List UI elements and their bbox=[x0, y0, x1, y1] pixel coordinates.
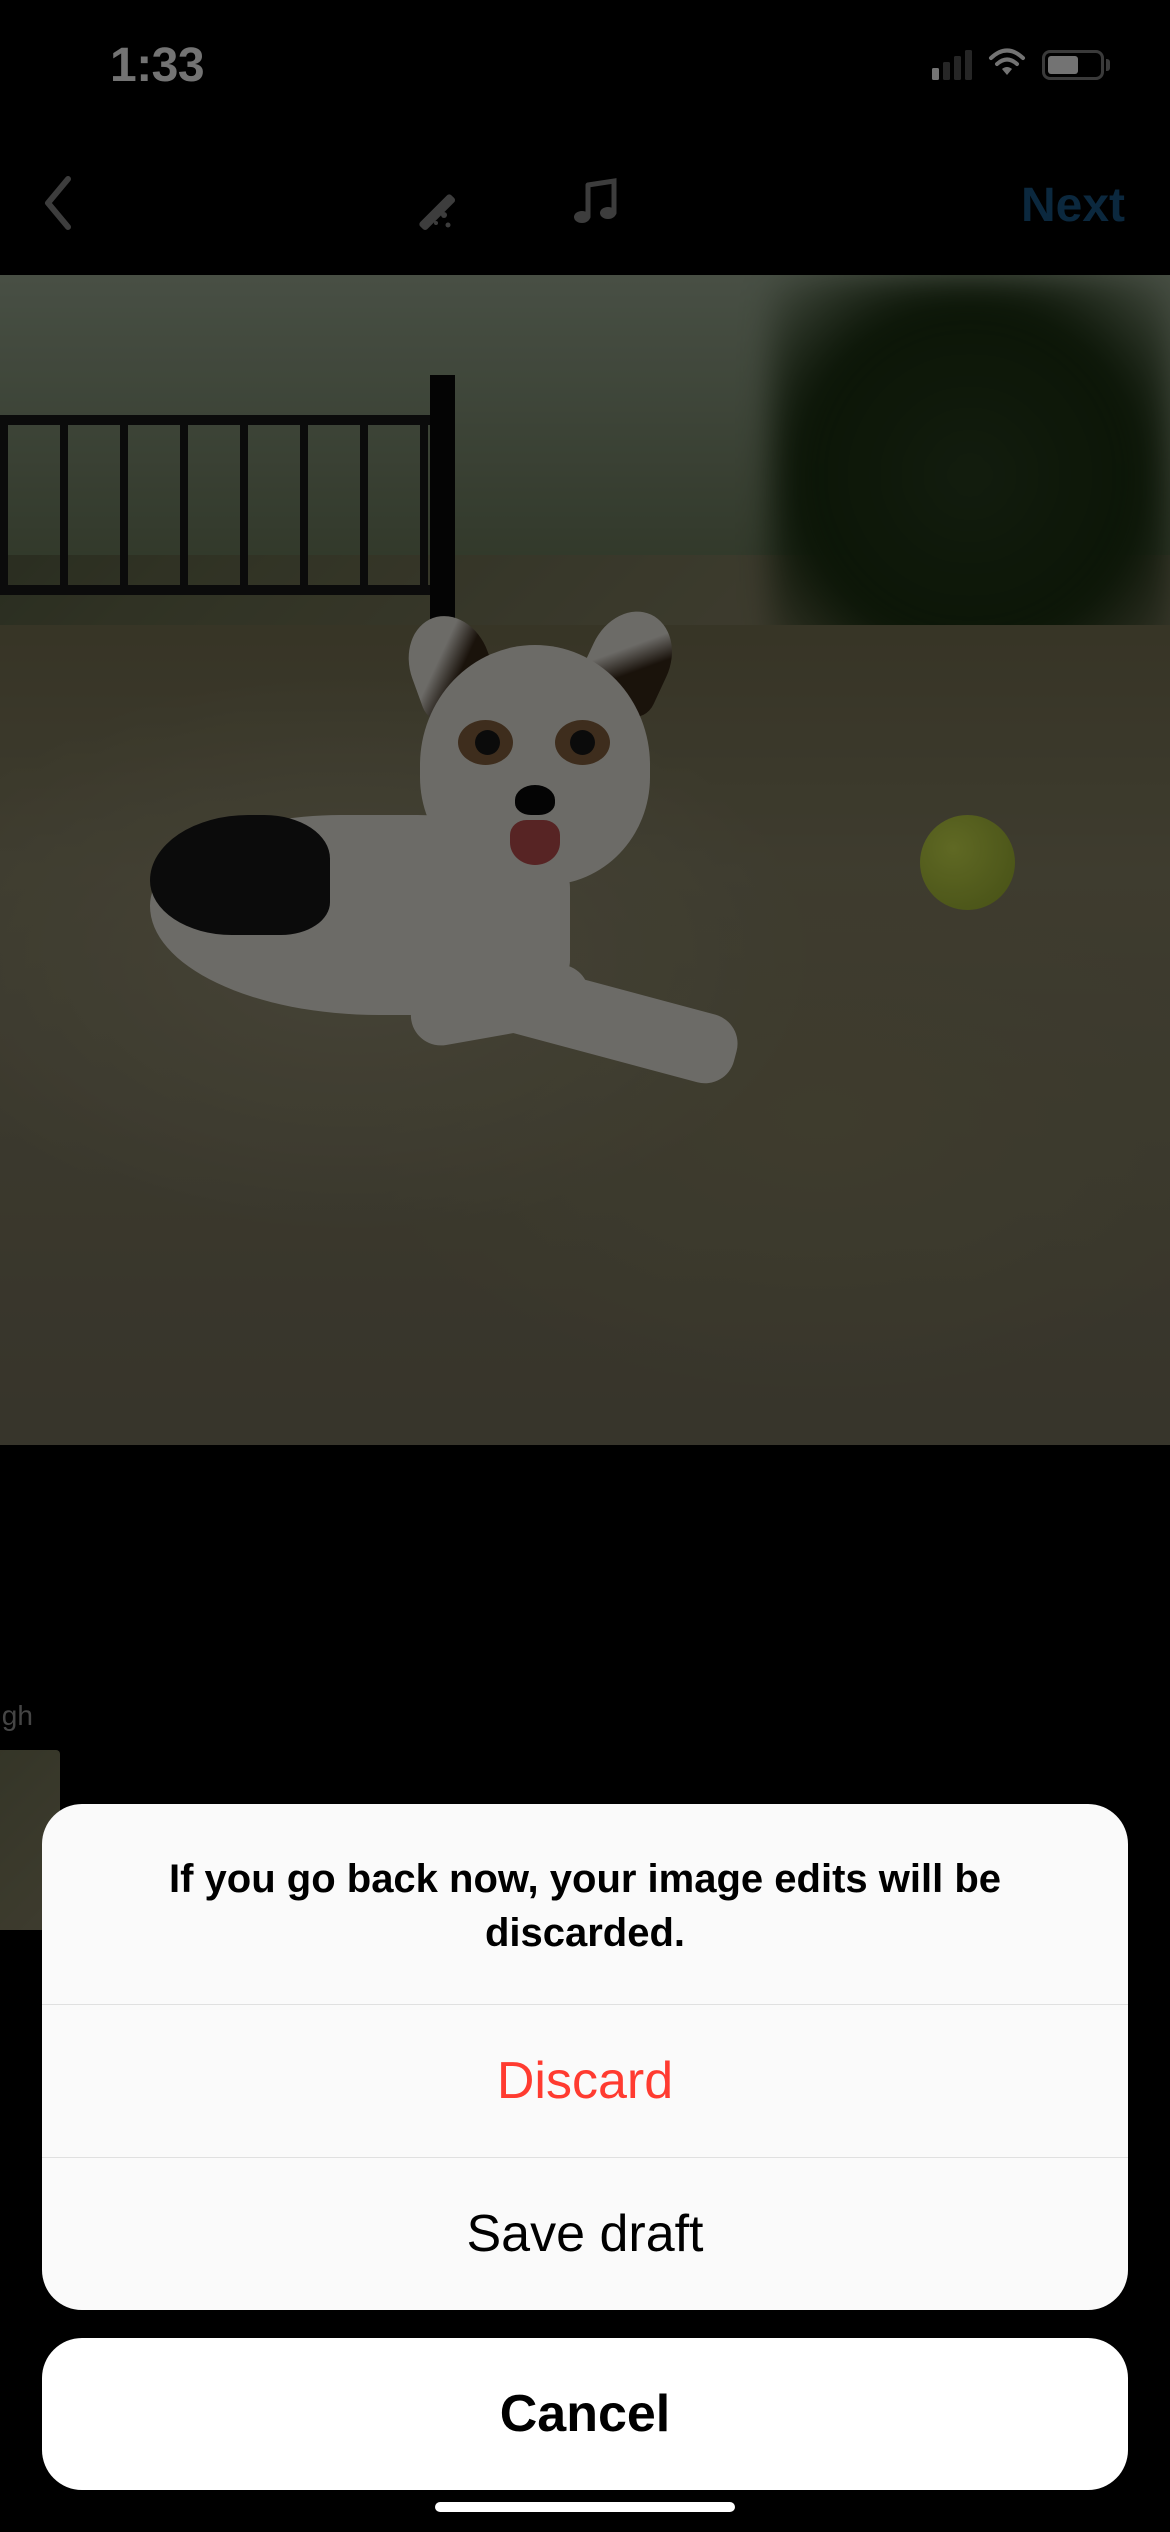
save-draft-button[interactable]: Save draft bbox=[42, 2158, 1128, 2310]
home-indicator[interactable] bbox=[435, 2502, 735, 2512]
discard-button[interactable]: Discard bbox=[42, 2005, 1128, 2158]
action-sheet-title: If you go back now, your image edits wil… bbox=[42, 1804, 1128, 2005]
cancel-button[interactable]: Cancel bbox=[42, 2338, 1128, 2490]
action-sheet-group: If you go back now, your image edits wil… bbox=[42, 1804, 1128, 2310]
action-sheet: If you go back now, your image edits wil… bbox=[42, 1804, 1128, 2490]
